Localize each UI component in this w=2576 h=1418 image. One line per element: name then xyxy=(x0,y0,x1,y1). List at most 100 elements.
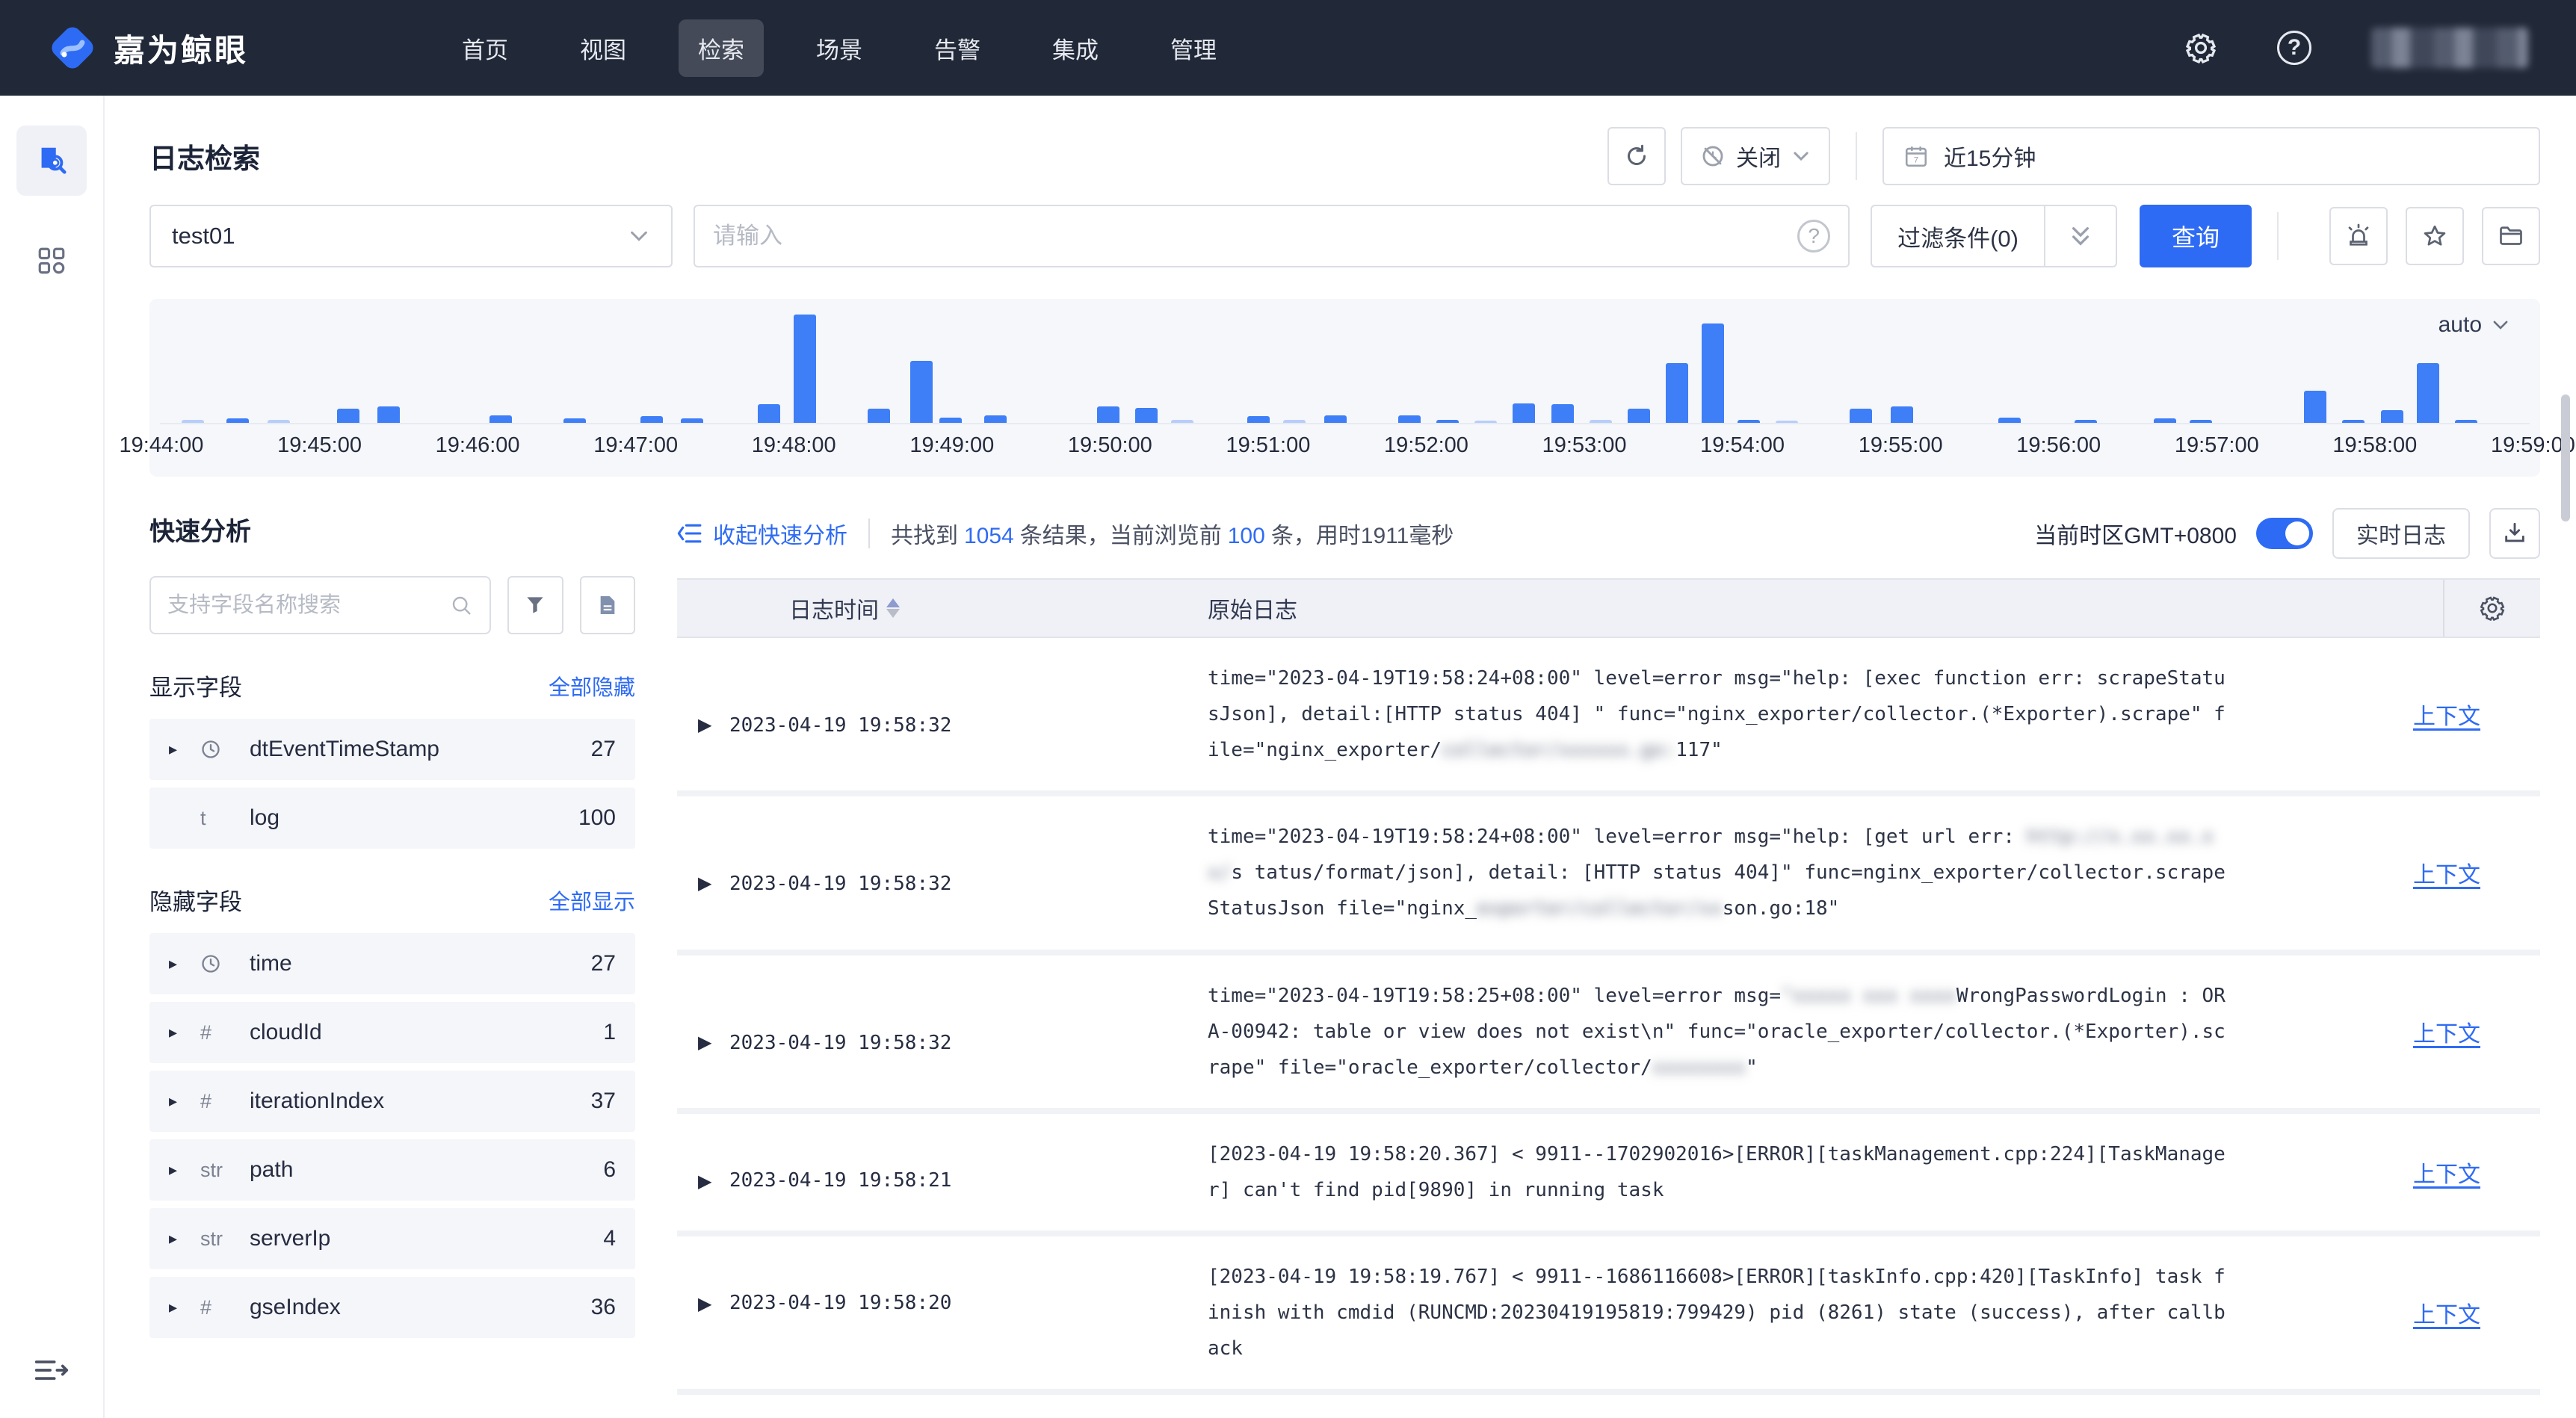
saved-searches-button[interactable] xyxy=(2482,207,2540,265)
field-row[interactable]: ▸ time 27 xyxy=(149,933,635,994)
histogram-bar[interactable] xyxy=(1397,415,1421,423)
histogram-plot[interactable] xyxy=(149,299,2540,423)
expand-caret-icon[interactable]: ▸ xyxy=(169,1229,200,1248)
auto-refresh-select[interactable]: 关闭 xyxy=(1681,127,1830,185)
histogram-bar[interactable] xyxy=(910,361,933,423)
time-range-picker[interactable]: 7 近15分钟 xyxy=(1882,127,2540,185)
field-row[interactable]: ▸ # cloudId 1 xyxy=(149,1002,635,1063)
field-count: 36 xyxy=(590,1295,616,1319)
index-set-select[interactable]: test01 xyxy=(149,205,673,267)
query-help-icon[interactable]: ? xyxy=(1797,220,1831,253)
histogram-bar[interactable] xyxy=(640,416,663,423)
row-expand-caret[interactable]: ▶ xyxy=(677,978,729,1086)
histogram-bar[interactable] xyxy=(1998,417,2021,423)
nav-item[interactable]: 集成 xyxy=(1033,19,1118,77)
histogram-bar[interactable] xyxy=(1247,416,1270,423)
nav-item[interactable]: 视图 xyxy=(560,19,646,77)
field-doc-button[interactable] xyxy=(579,576,635,634)
expand-caret-icon[interactable]: ▸ xyxy=(169,954,200,973)
histogram-bar[interactable] xyxy=(2416,363,2439,423)
help-icon[interactable]: ? xyxy=(2277,31,2311,65)
timezone-toggle[interactable] xyxy=(2256,518,2313,549)
field-search-input[interactable] xyxy=(167,592,449,618)
expand-caret-icon[interactable]: ▸ xyxy=(169,1160,200,1180)
hide-all-link[interactable]: 全部隐藏 xyxy=(549,670,635,702)
context-link[interactable]: 上下文 xyxy=(2413,698,2480,731)
histogram-bar[interactable] xyxy=(939,417,962,423)
sort-icon[interactable] xyxy=(886,598,900,618)
field-filter-button[interactable] xyxy=(507,576,563,634)
column-header-time[interactable]: 日志时间 xyxy=(677,592,1208,625)
field-row[interactable]: ▸ str serverIp 4 xyxy=(149,1208,635,1269)
histogram-bar[interactable] xyxy=(1134,407,1158,423)
context-link[interactable]: 上下文 xyxy=(2413,856,2480,889)
field-row[interactable]: ▸ str path 6 xyxy=(149,1139,635,1201)
row-expand-caret[interactable]: ▶ xyxy=(677,819,729,926)
field-row[interactable]: ▸ dtEventTimeStamp 27 xyxy=(149,719,635,780)
histogram-bar[interactable] xyxy=(793,315,816,423)
histogram-bar[interactable] xyxy=(1513,403,1536,423)
table-row: ▶ 2023-04-19 19:58:32 time="2023-04-19T1… xyxy=(677,638,2540,797)
filter-conditions-button[interactable]: 过滤条件(0) xyxy=(1871,205,2117,267)
context-link[interactable]: 上下文 xyxy=(2413,1296,2480,1329)
refresh-button[interactable] xyxy=(1607,127,1666,185)
search-button[interactable]: 查询 xyxy=(2140,205,2252,267)
field-name: path xyxy=(250,1157,294,1182)
histogram-bar[interactable] xyxy=(489,415,513,423)
histogram-bar[interactable] xyxy=(1323,415,1347,423)
histogram-bar[interactable] xyxy=(1890,406,1913,423)
histogram-bar[interactable] xyxy=(1551,404,1574,423)
nav-item[interactable]: 场景 xyxy=(797,19,882,77)
settings-gear-icon[interactable] xyxy=(2184,31,2217,64)
favorite-button[interactable] xyxy=(2406,207,2464,265)
expand-caret-icon[interactable]: ▸ xyxy=(169,1298,200,1317)
brand-name: 嘉为鲸眼 xyxy=(114,32,249,68)
expand-caret-icon[interactable]: ▸ xyxy=(169,740,200,759)
download-button[interactable] xyxy=(2489,508,2540,559)
shown-fields-list: ▸ dtEventTimeStamp 27 t log 100 xyxy=(149,719,635,849)
column-settings-button[interactable] xyxy=(2443,580,2540,637)
filter-expand-button[interactable] xyxy=(2044,206,2116,266)
collapse-quick-analysis-link[interactable]: 收起快速分析 xyxy=(677,517,847,550)
row-raw-log: [2023-04-19 19:58:19.767] < 9911--168611… xyxy=(1208,1266,2226,1360)
row-expand-caret[interactable]: ▶ xyxy=(677,1136,729,1208)
filter-conditions-label: 过滤条件(0) xyxy=(1897,225,2019,252)
user-account-blurred[interactable] xyxy=(2371,28,2528,68)
rail-item-log-search[interactable] xyxy=(16,126,87,196)
rail-item-dashboard[interactable] xyxy=(16,226,87,296)
hidden-fields-header: 隐藏字段 xyxy=(149,889,242,915)
field-row[interactable]: ▸ # gseIndex 36 xyxy=(149,1277,635,1338)
query-input[interactable] xyxy=(713,223,1798,250)
show-all-link[interactable]: 全部显示 xyxy=(549,885,635,916)
field-row[interactable]: t log 100 xyxy=(149,787,635,849)
histogram-bar[interactable] xyxy=(2380,409,2403,423)
vertical-scrollbar-thumb[interactable] xyxy=(2561,394,2570,521)
nav-item[interactable]: 检索 xyxy=(679,19,765,77)
field-row[interactable]: ▸ # iterationIndex 37 xyxy=(149,1071,635,1132)
context-link[interactable]: 上下文 xyxy=(2413,1015,2480,1048)
alarm-strategy-button[interactable] xyxy=(2329,207,2388,265)
row-expand-caret[interactable]: ▶ xyxy=(677,1259,729,1366)
field-count: 6 xyxy=(603,1157,616,1182)
histogram-bar[interactable] xyxy=(1702,323,1725,423)
histogram-bar[interactable] xyxy=(984,415,1007,423)
histogram-bar[interactable] xyxy=(1850,409,1873,423)
nav-item[interactable]: 告警 xyxy=(915,19,1000,77)
histogram-bar[interactable] xyxy=(2304,390,2327,423)
histogram-bar[interactable] xyxy=(1666,363,1689,423)
row-expand-caret[interactable]: ▶ xyxy=(677,660,729,768)
histogram-bar[interactable] xyxy=(336,409,359,423)
nav-item[interactable]: 首页 xyxy=(442,19,528,77)
realtime-log-button[interactable]: 实时日志 xyxy=(2332,508,2470,559)
histogram-bar[interactable] xyxy=(377,406,400,423)
rail-collapse-button[interactable] xyxy=(0,1355,103,1385)
expand-caret-icon[interactable]: ▸ xyxy=(169,1092,200,1111)
histogram-bar[interactable] xyxy=(757,404,780,423)
expand-caret-icon[interactable]: ▸ xyxy=(169,1023,200,1042)
histogram-bar[interactable] xyxy=(1627,409,1650,423)
context-link[interactable]: 上下文 xyxy=(2413,1156,2480,1189)
log-search-icon xyxy=(41,147,67,174)
histogram-bar[interactable] xyxy=(867,409,890,423)
histogram-bar[interactable] xyxy=(1096,406,1119,423)
nav-item[interactable]: 管理 xyxy=(1151,19,1236,77)
